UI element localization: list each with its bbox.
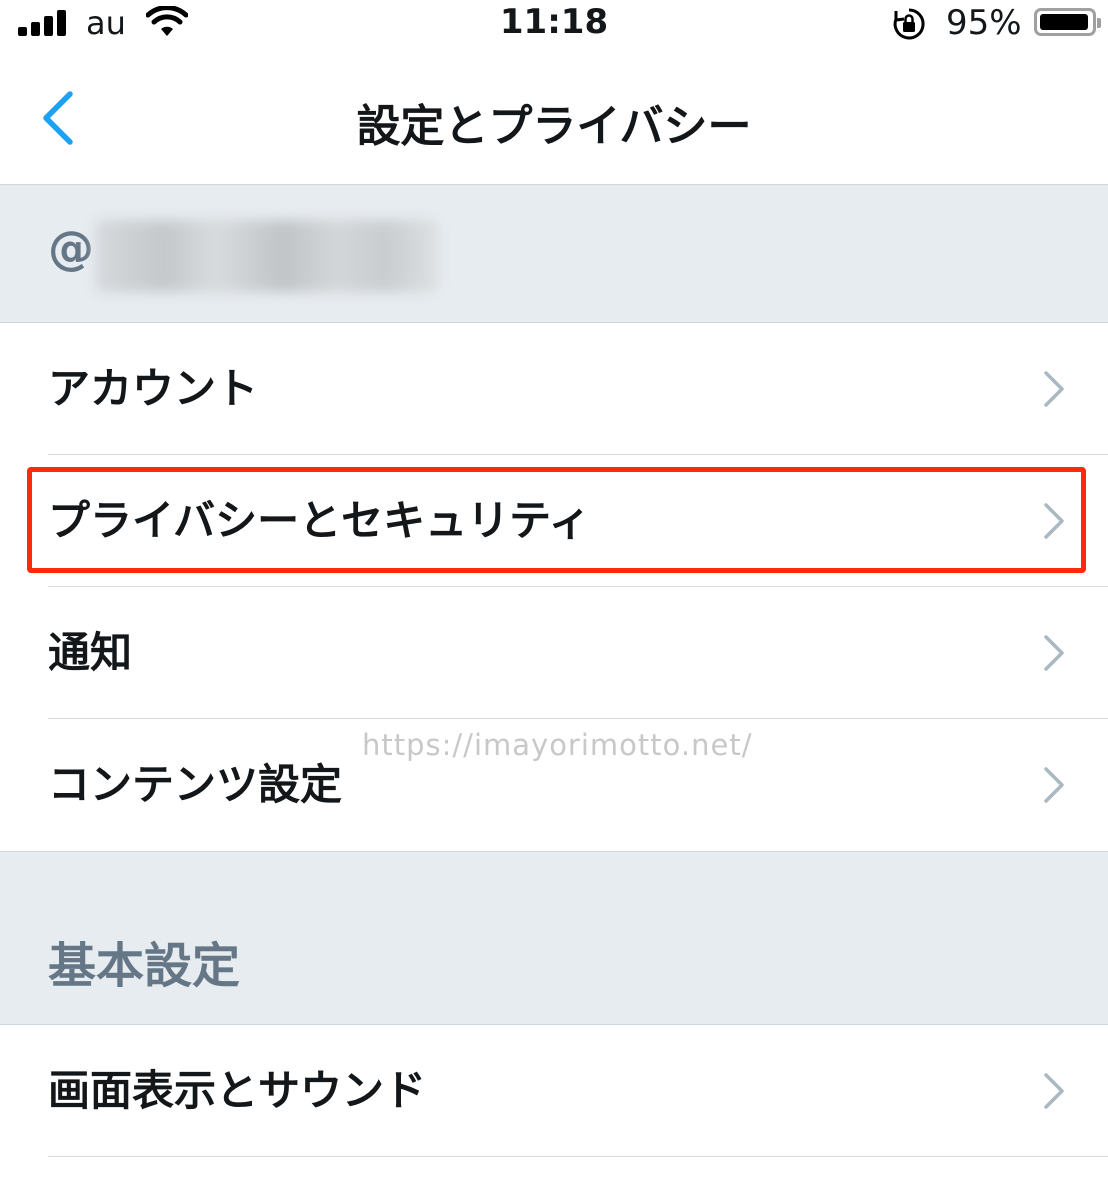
menu-item-account[interactable]: アカウント (0, 323, 1108, 455)
menu-item-notifications[interactable]: 通知 (0, 587, 1108, 719)
battery-percent: 95% (946, 3, 1022, 43)
section-title: 基本設定 (48, 938, 241, 994)
battery-icon (1034, 8, 1101, 36)
blurred-username (96, 220, 438, 292)
page-title: 設定とプライバシー (356, 101, 752, 152)
chevron-right-icon (1044, 767, 1064, 803)
menu-item-label: 通知 (48, 628, 133, 677)
chevron-right-icon (1044, 371, 1064, 407)
chevron-right-icon (1044, 503, 1064, 539)
clock: 11:18 (499, 2, 609, 42)
menu-item-label: 画面表示とサウンド (48, 1066, 427, 1115)
menu-item-display-sound[interactable]: 画面表示とサウンド (0, 1025, 1108, 1157)
menu-item-label: プライバシーとセキュリティ (48, 496, 591, 545)
chevron-right-icon (1044, 1073, 1064, 1109)
account-handle-prefix: @ (48, 221, 94, 275)
chevron-right-icon (1044, 635, 1064, 671)
divider (48, 1156, 1108, 1157)
menu-item-privacy-security[interactable]: プライバシーとセキュリティ (0, 455, 1108, 587)
section-header-basic-settings: 基本設定 (0, 851, 1108, 1025)
nav-bar: 設定とプライバシー (0, 50, 1108, 185)
status-bar: au 11:18 95% (0, 0, 1108, 50)
rotation-lock-icon (893, 8, 925, 40)
watermark: https://imayorimotto.net/ (362, 728, 753, 762)
menu-item-label: コンテンツ設定 (48, 760, 343, 809)
menu-item-label: アカウント (48, 364, 259, 413)
